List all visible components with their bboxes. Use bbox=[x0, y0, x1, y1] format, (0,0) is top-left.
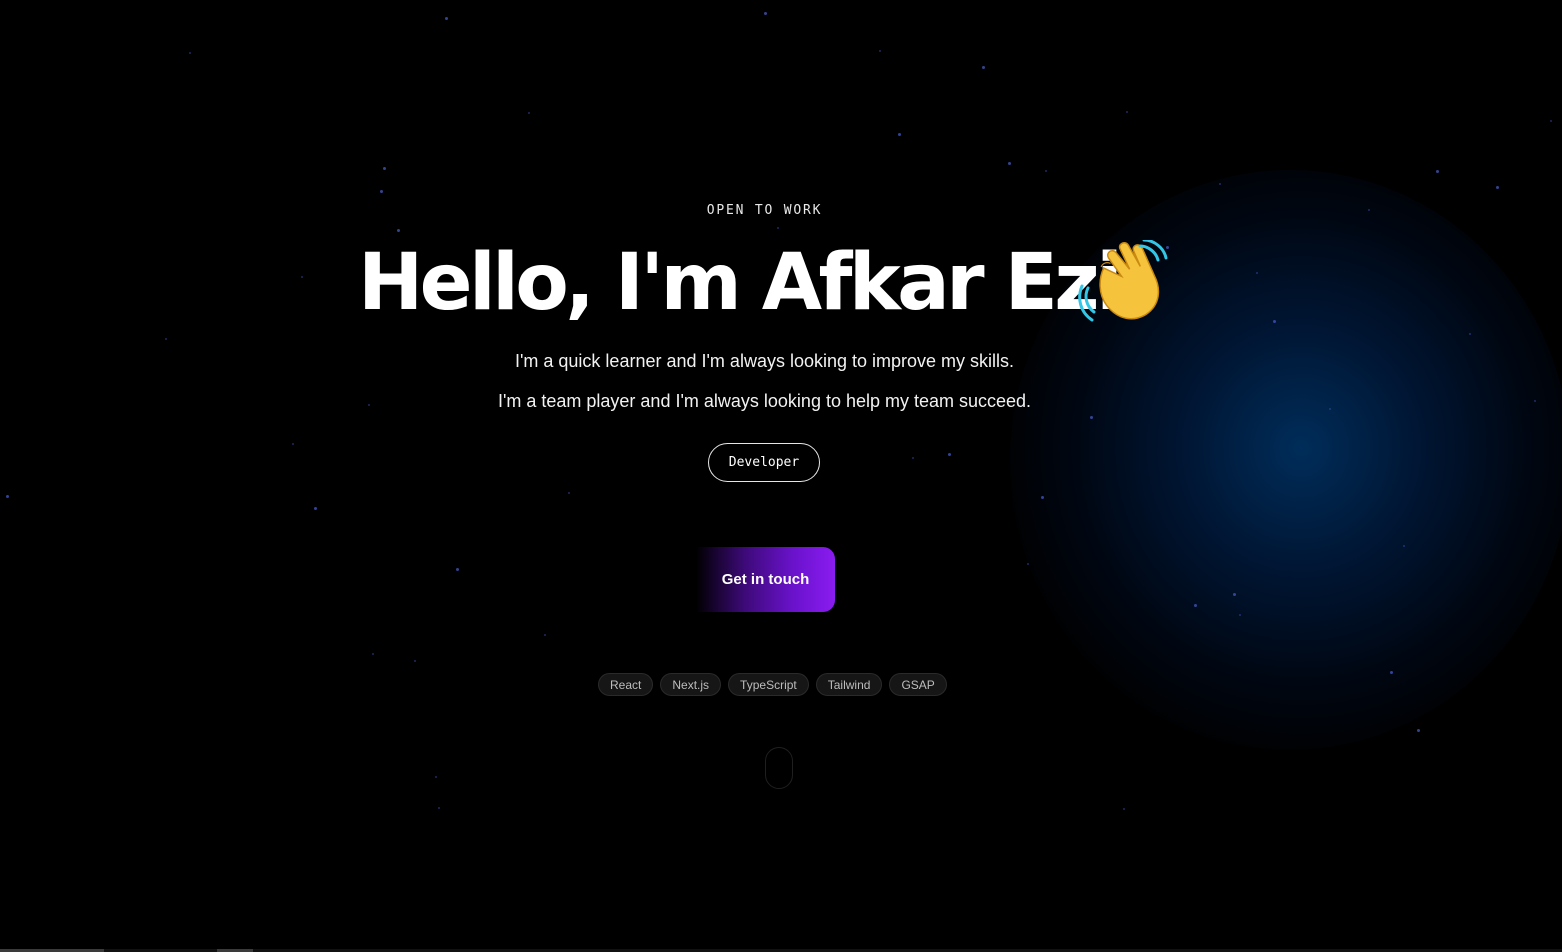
role-badge-developer: Developer bbox=[708, 443, 820, 482]
tag-typescript: TypeScript bbox=[728, 673, 809, 696]
open-to-work-badge: OPEN TO WORK bbox=[706, 203, 823, 218]
tag-tailwind: Tailwind bbox=[815, 673, 883, 696]
get-in-touch-button[interactable]: Get in touch bbox=[696, 547, 835, 612]
tag-nextjs: Next.js bbox=[660, 673, 722, 696]
hero-headline: Hello, I'm Afkar Ezi bbox=[358, 238, 1123, 328]
waving-hand-icon bbox=[1078, 240, 1168, 322]
mouse-scroll-icon[interactable] bbox=[765, 747, 793, 789]
tag-react: React bbox=[598, 673, 654, 696]
tech-stack-tags: React Next.js TypeScript Tailwind GSAP bbox=[598, 673, 947, 696]
tagline-team-player: I'm a team player and I'm always looking… bbox=[497, 391, 1032, 411]
tagline-learner: I'm a quick learner and I'm always looki… bbox=[514, 351, 1015, 371]
tag-gsap: GSAP bbox=[889, 673, 947, 696]
